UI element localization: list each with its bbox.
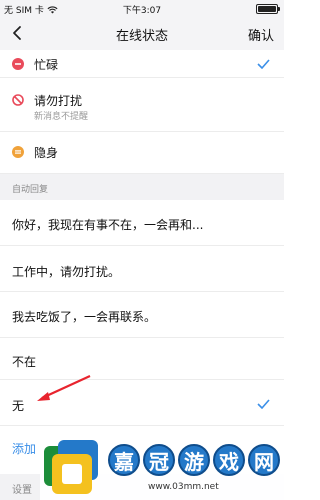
section-title: 自动回复 xyxy=(12,185,49,195)
battery-icon xyxy=(256,4,280,14)
invisible-icon xyxy=(12,146,24,158)
status-description: 新消息不提醒 xyxy=(34,112,89,122)
brand-char: 嘉 xyxy=(108,444,140,476)
auto-reply-text: 不在 xyxy=(12,355,37,369)
auto-reply-text: 你好，我现在有事不在，一会再和... xyxy=(12,218,204,232)
auto-reply-text: 我去吃饭了，一会再联系。 xyxy=(12,310,157,324)
status-label: 隐身 xyxy=(34,146,59,160)
site-logo-icon xyxy=(44,440,98,494)
auto-reply-option[interactable]: 你好，我现在有事不在，一会再和... xyxy=(0,200,284,246)
brand-char: 游 xyxy=(178,444,210,476)
auto-reply-text: 工作中，请勿打扰。 xyxy=(12,265,121,279)
status-bar: 无 SIM 卡 下午3:07 xyxy=(0,0,284,17)
status-option-invisible[interactable]: 隐身 xyxy=(0,132,284,174)
do-not-disturb-icon xyxy=(12,94,24,106)
status-label: 请勿打扰 xyxy=(34,94,83,108)
site-url: www.03mm.net xyxy=(148,482,219,492)
annotation-arrow-icon xyxy=(37,375,91,401)
auto-reply-option[interactable]: 我去吃饭了，一会再联系。 xyxy=(0,292,284,338)
page-title: 在线状态 xyxy=(115,29,168,44)
add-auto-reply-link[interactable]: 添加 xyxy=(12,440,36,457)
auto-reply-text: 无 xyxy=(12,399,25,413)
brand-char: 冠 xyxy=(143,444,175,476)
auto-reply-section-header: 自动回复 xyxy=(0,174,284,200)
status-label: 忙碌 xyxy=(34,58,59,72)
nav-bar: 在线状态 确认 xyxy=(0,17,284,50)
clock: 下午3:07 xyxy=(122,6,162,16)
status-option-do-not-disturb[interactable]: 请勿打扰 新消息不提醒 xyxy=(0,78,284,132)
section-title: 设置 xyxy=(12,485,32,496)
brand-name: 嘉 冠 游 戏 网 xyxy=(108,444,280,476)
check-icon xyxy=(257,399,270,409)
site-watermark: 嘉 冠 游 戏 网 www.03mm.net xyxy=(40,436,284,500)
busy-icon xyxy=(12,58,24,70)
brand-char: 网 xyxy=(248,444,280,476)
auto-reply-option[interactable]: 工作中，请勿打扰。 xyxy=(0,246,284,292)
brand-char: 戏 xyxy=(213,444,245,476)
confirm-button[interactable]: 确认 xyxy=(248,25,274,44)
check-icon xyxy=(257,59,270,69)
status-option-busy[interactable]: 忙碌 xyxy=(0,50,284,78)
